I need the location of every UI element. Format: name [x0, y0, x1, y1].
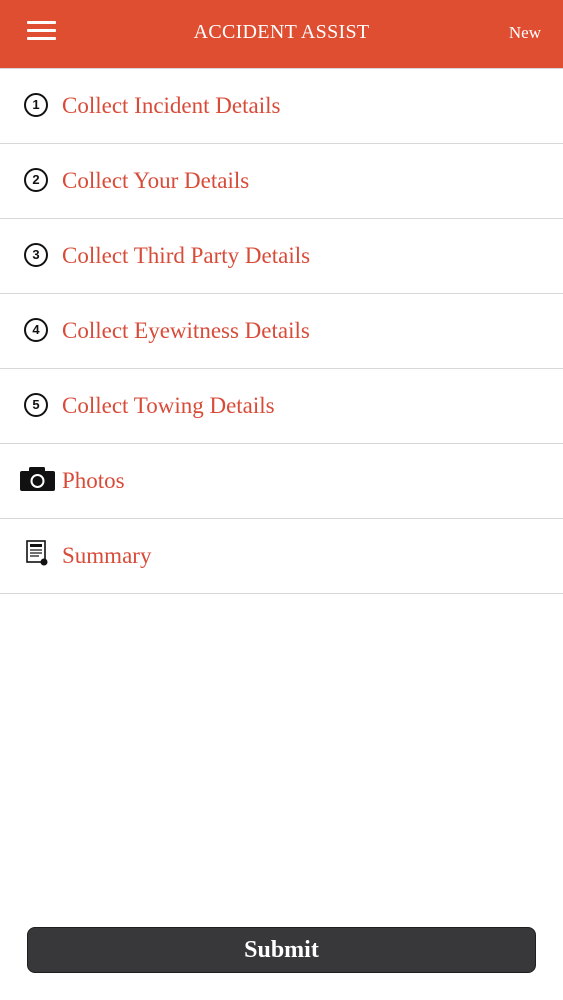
number-1-icon: 1 — [24, 93, 50, 119]
number-3-icon: 3 — [24, 243, 50, 269]
app-header: ACCIDENT ASSIST New — [0, 0, 563, 68]
list-item-third-party-details[interactable]: 3 Collect Third Party Details — [0, 219, 563, 294]
steps-list: 1 Collect Incident Details 2 Collect You… — [0, 68, 563, 594]
new-button[interactable]: New — [509, 23, 541, 43]
list-item-label: Photos — [62, 468, 125, 493]
camera-icon — [20, 465, 56, 493]
list-item-label: Collect Third Party Details — [62, 243, 311, 268]
number-5-icon: 5 — [24, 393, 50, 419]
list-item-towing-details[interactable]: 5 Collect Towing Details — [0, 369, 563, 444]
number-2-icon: 2 — [24, 168, 50, 194]
list-item-label: Collect Eyewitness Details — [62, 318, 310, 343]
list-item-eyewitness-details[interactable]: 4 Collect Eyewitness Details — [0, 294, 563, 369]
document-icon — [25, 540, 51, 568]
list-item-photos[interactable]: Photos — [0, 444, 563, 519]
list-item-your-details[interactable]: 2 Collect Your Details — [0, 144, 563, 219]
list-item-label: Summary — [62, 543, 152, 568]
page-title: ACCIDENT ASSIST — [193, 21, 370, 43]
list-item-label: Collect Towing Details — [62, 393, 275, 418]
list-item-summary[interactable]: Summary — [0, 519, 563, 594]
list-item-label: Collect Incident Details — [62, 93, 281, 118]
number-4-icon: 4 — [24, 318, 50, 344]
submit-button[interactable]: Submit — [27, 927, 536, 973]
app-screen: ACCIDENT ASSIST New 1 Collect Incident D… — [0, 0, 563, 1000]
list-item-label: Collect Your Details — [62, 168, 250, 193]
list-item-incident-details[interactable]: 1 Collect Incident Details — [0, 69, 563, 144]
